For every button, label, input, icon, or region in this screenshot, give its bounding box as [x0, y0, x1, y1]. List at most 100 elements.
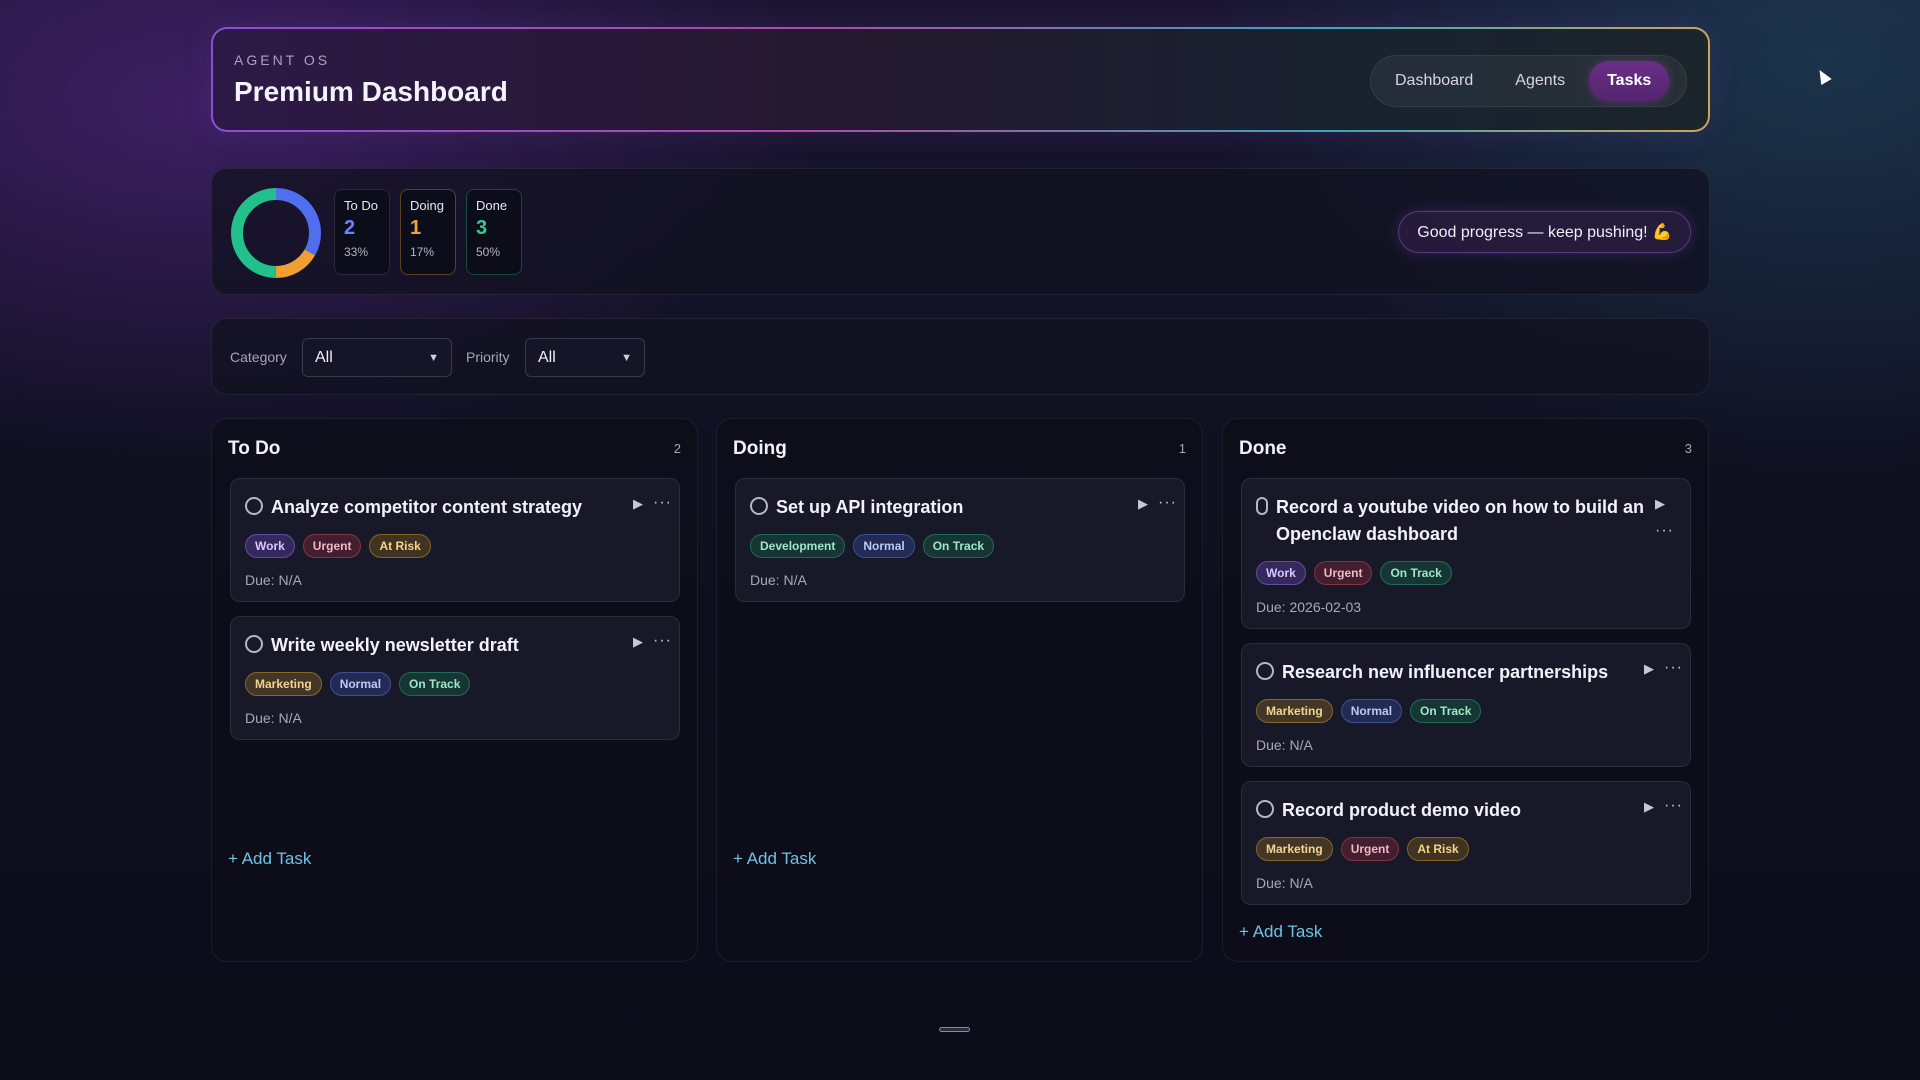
more-options-icon[interactable]: ···: [1655, 522, 1673, 540]
task-due: Due: N/A: [1256, 875, 1313, 891]
priority-label: Priority: [466, 349, 510, 365]
stat-todo-count: 2: [344, 217, 356, 239]
task-due: Due: N/A: [750, 572, 807, 588]
task-title-line-1: Record a youtube video on how to build a…: [1276, 497, 1645, 517]
stats-panel: To Do 2 33% Doing 1 17% Done 3 50% Good …: [211, 168, 1710, 295]
task-due: Due: N/A: [245, 572, 302, 588]
stat-doing-count: 1: [410, 217, 422, 239]
tag-status: At Risk: [369, 534, 431, 558]
tag-category: Work: [245, 534, 295, 558]
column-done: Done 3 Record a youtube video on how to …: [1222, 418, 1709, 962]
stat-done-pct: 50%: [476, 245, 501, 259]
circle-checkbox-icon[interactable]: [750, 497, 768, 515]
tag-status: On Track: [399, 672, 471, 696]
play-icon[interactable]: ▶: [1644, 661, 1658, 679]
more-options-icon[interactable]: ···: [1664, 797, 1682, 815]
task-tags: Development Normal On Track: [750, 534, 995, 558]
nav-agents[interactable]: Agents: [1497, 61, 1583, 101]
stat-done-label: Done: [476, 198, 508, 213]
task-title: Write weekly newsletter draft: [271, 635, 519, 655]
stat-done: Done 3 50%: [466, 189, 522, 275]
tag-status: On Track: [922, 534, 995, 558]
main-nav: Dashboard Agents Tasks: [1370, 55, 1687, 107]
task-due: Due: N/A: [245, 710, 302, 726]
play-icon[interactable]: ▶: [633, 634, 647, 652]
column-title: To Do: [228, 438, 281, 459]
tag-priority: Normal: [853, 534, 915, 558]
play-icon[interactable]: ▶: [633, 496, 647, 514]
task-title: Analyze competitor content strategy: [271, 497, 583, 517]
task-tags: Marketing Normal On Track: [245, 672, 471, 696]
tag-status: At Risk: [1407, 837, 1469, 861]
play-icon[interactable]: ▶: [1644, 799, 1658, 817]
task-tags: Work Urgent On Track: [1256, 561, 1452, 585]
tag-category: Marketing: [1256, 699, 1333, 723]
task-card[interactable]: Record a youtube video on how to build a…: [1241, 478, 1691, 629]
progress-message: Good progress — keep pushing! 💪: [1398, 211, 1691, 253]
stat-doing-label: Doing: [410, 198, 444, 213]
column-count: 2: [673, 441, 681, 456]
tag-category: Marketing: [1256, 837, 1333, 861]
add-task-button[interactable]: + Add Task: [228, 849, 311, 869]
category-label: Category: [230, 349, 287, 365]
page-title: Premium Dashboard: [234, 76, 508, 107]
chevron-down-icon: ▼: [428, 351, 439, 364]
play-icon[interactable]: ▶: [1655, 496, 1669, 514]
task-card[interactable]: Analyze competitor content strategy ▶ ··…: [230, 478, 680, 602]
tag-category: Development: [750, 534, 846, 558]
task-card[interactable]: Research new influencer partnerships ▶ ·…: [1241, 643, 1691, 767]
tag-priority: Normal: [1340, 699, 1403, 723]
circle-checkbox-icon[interactable]: [245, 497, 263, 515]
nav-dashboard[interactable]: Dashboard: [1377, 61, 1491, 101]
tag-category: Work: [1256, 561, 1306, 585]
column-count: 3: [1684, 441, 1692, 456]
column-doing: Doing 1 Set up API integration ▶ ··· Dev…: [716, 418, 1203, 962]
stat-doing: Doing 1 17%: [400, 189, 456, 275]
checkbox-icon[interactable]: [1256, 497, 1268, 515]
column-count: 1: [1178, 441, 1186, 456]
circle-checkbox-icon[interactable]: [1256, 800, 1274, 818]
tag-priority: Urgent: [1313, 561, 1373, 585]
task-card[interactable]: Write weekly newsletter draft ▶ ··· Mark…: [230, 616, 680, 740]
stat-doing-pct: 17%: [410, 245, 435, 259]
tag-priority: Normal: [329, 672, 392, 696]
task-title: Record product demo video: [1282, 800, 1522, 820]
more-options-icon[interactable]: ···: [653, 632, 671, 650]
stat-todo: To Do 2 33%: [334, 189, 390, 275]
tag-priority: Urgent: [1340, 837, 1400, 861]
nav-tasks[interactable]: Tasks: [1589, 61, 1670, 101]
circle-checkbox-icon[interactable]: [1256, 662, 1274, 680]
priority-select[interactable]: All ▼: [525, 338, 645, 377]
priority-select-value: All: [538, 348, 556, 366]
task-title: Record a youtube video on how to build a…: [1276, 494, 1644, 548]
task-title-line-2: Openclaw dashboard: [1276, 524, 1459, 544]
stat-todo-label: To Do: [344, 198, 378, 213]
add-task-button[interactable]: + Add Task: [1239, 922, 1322, 942]
mouse-cursor-icon: [1814, 66, 1832, 86]
more-options-icon[interactable]: ···: [653, 494, 671, 512]
progress-donut: [231, 188, 321, 278]
add-task-button[interactable]: + Add Task: [733, 849, 816, 869]
task-tags: Work Urgent At Risk: [245, 534, 431, 558]
resize-handle[interactable]: [939, 1027, 970, 1032]
stat-todo-pct: 33%: [344, 245, 369, 259]
task-due: Due: 2026-02-03: [1256, 599, 1362, 615]
more-options-icon[interactable]: ···: [1158, 494, 1176, 512]
task-title: Research new influencer partnerships: [1282, 662, 1609, 682]
tag-priority: Urgent: [302, 534, 362, 558]
filters-bar: Category All ▼ Priority All ▼: [211, 318, 1710, 395]
play-icon[interactable]: ▶: [1138, 496, 1152, 514]
app-header: AGENT OS Premium Dashboard Dashboard Age…: [211, 27, 1710, 132]
tag-status: On Track: [1410, 699, 1482, 723]
task-tags: Marketing Urgent At Risk: [1256, 837, 1469, 861]
task-due: Due: N/A: [1256, 737, 1313, 753]
column-todo: To Do 2 Analyze competitor content strat…: [211, 418, 698, 962]
task-card[interactable]: Set up API integration ▶ ··· Development…: [735, 478, 1185, 602]
chevron-down-icon: ▼: [621, 351, 632, 364]
category-select[interactable]: All ▼: [302, 338, 452, 377]
task-card[interactable]: Record product demo video ▶ ··· Marketin…: [1241, 781, 1691, 905]
more-options-icon[interactable]: ···: [1664, 659, 1682, 677]
circle-checkbox-icon[interactable]: [245, 635, 263, 653]
task-tags: Marketing Normal On Track: [1256, 699, 1482, 723]
stat-done-count: 3: [476, 217, 488, 239]
